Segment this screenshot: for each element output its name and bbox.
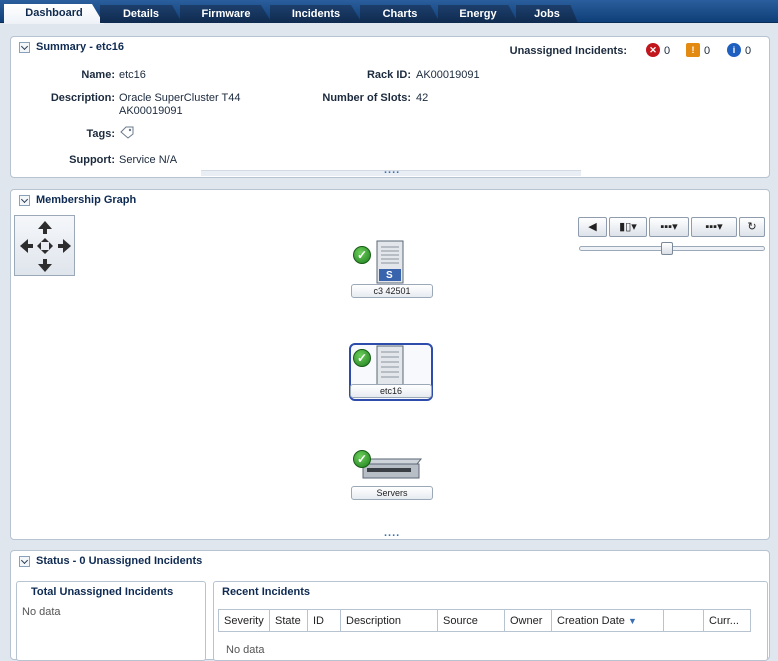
column-header-state[interactable]: State <box>269 609 308 632</box>
column-header-creation-date[interactable]: Creation Date ▼ <box>551 609 664 632</box>
tab-firmware[interactable]: Firmware <box>180 5 272 23</box>
recent-incidents-title: Recent Incidents <box>222 586 311 598</box>
zoom-slider-handle[interactable] <box>661 242 673 255</box>
back-button[interactable]: ◀ <box>578 217 607 237</box>
total-no-data: No data <box>22 606 61 618</box>
tags-label: Tags: <box>86 128 115 140</box>
slots-value: 42 <box>416 92 429 104</box>
sort-descending-icon: ▼ <box>627 615 637 626</box>
tab-incidents[interactable]: Incidents <box>270 5 362 23</box>
tab-bar: Dashboard Details Firmware Incidents Cha… <box>0 0 778 24</box>
total-unassigned-title: Total Unassigned Incidents <box>31 586 174 598</box>
name-value: etc16 <box>119 69 146 81</box>
rack-id-label: Rack ID: <box>366 69 411 81</box>
node-label: c3 42501 <box>351 284 433 298</box>
summary-title: Summary - etc16 <box>36 41 125 53</box>
column-header-id[interactable]: ID <box>307 609 341 632</box>
creation-date-label: Creation Date <box>557 614 625 627</box>
column-header-source[interactable]: Source <box>437 609 505 632</box>
column-header-blank[interactable] <box>663 609 704 632</box>
membership-graph-panel: Membership Graph ◀ ▮▯▾ ▪▪▪▾ ▪▪▪▾ ↻ S ✓ c… <box>10 189 770 540</box>
ok-check-icon: ✓ <box>353 450 371 468</box>
support-label: Support: <box>69 154 115 166</box>
recent-no-data: No data <box>226 644 265 656</box>
node-badge: S <box>386 270 393 281</box>
graph-node-etc16[interactable]: ✓ etc16 <box>349 343 433 401</box>
graph-expand-handle[interactable]: .... <box>384 527 400 539</box>
status-header: Status - 0 Unassigned Incidents <box>19 555 202 567</box>
graph-node-c3[interactable]: S ✓ c3 42501 <box>351 238 433 300</box>
tab-charts[interactable]: Charts <box>360 5 440 23</box>
description-line1: Oracle SuperCluster T44 <box>119 92 241 104</box>
column-header-severity[interactable]: Severity <box>218 609 270 632</box>
column-header-owner[interactable]: Owner <box>504 609 552 632</box>
warning-count: 0 <box>704 45 711 57</box>
status-title: Status - 0 Unassigned Incidents <box>36 555 203 567</box>
slots-label: Number of Slots: <box>322 92 411 104</box>
tab-details[interactable]: Details <box>100 5 182 23</box>
rack-id-value: AK00019091 <box>416 69 480 81</box>
tree-layout-button[interactable]: ▪▪▪▾ <box>691 217 737 237</box>
critical-icon: ✕ <box>646 43 660 57</box>
collapse-toggle-icon[interactable] <box>19 41 30 53</box>
graph-node-servers[interactable]: ✓ Servers <box>349 448 435 502</box>
tab-energy[interactable]: Energy <box>438 5 518 23</box>
recent-incidents-table: Severity State ID Description Source Own… <box>218 609 751 632</box>
critical-count: 0 <box>664 45 671 57</box>
description-label: Description: <box>50 92 115 104</box>
collapse-toggle-icon[interactable] <box>19 194 30 206</box>
total-unassigned-panel: Total Unassigned Incidents No data <box>16 581 206 661</box>
node-label: Servers <box>351 486 433 500</box>
summary-panel: Summary - etc16 Unassigned Incidents: ✕ … <box>10 36 770 178</box>
collapse-toggle-icon[interactable] <box>19 555 30 567</box>
tab-dashboard[interactable]: Dashboard <box>4 4 104 24</box>
layout-button[interactable]: ▮▯▾ <box>609 217 647 237</box>
horizontal-layout-button[interactable]: ▪▪▪▾ <box>649 217 689 237</box>
column-header-description[interactable]: Description <box>340 609 438 632</box>
column-header-current[interactable]: Curr... <box>703 609 751 632</box>
tag-icon[interactable] <box>119 125 135 142</box>
status-panel: Status - 0 Unassigned Incidents Total Un… <box>10 550 770 661</box>
support-value: Service N/A <box>119 154 178 166</box>
ok-check-icon: ✓ <box>353 349 371 367</box>
name-label: Name: <box>81 69 115 81</box>
description-line2: AK00019091 <box>119 105 183 117</box>
warning-icon: ! <box>686 43 700 57</box>
recent-incidents-panel: Recent Incidents Severity State ID Descr… <box>213 581 768 661</box>
refresh-button[interactable]: ↻ <box>739 217 765 237</box>
ok-check-icon: ✓ <box>353 246 371 264</box>
unassigned-incidents-label: Unassigned Incidents: <box>509 45 627 57</box>
graph-title: Membership Graph <box>36 194 137 206</box>
summary-expand-handle[interactable]: .... <box>384 164 400 176</box>
info-icon: i <box>727 43 741 57</box>
pan-control[interactable] <box>14 215 75 276</box>
tab-jobs[interactable]: Jobs <box>516 5 578 23</box>
node-label: etc16 <box>350 384 432 398</box>
summary-header: Summary - etc16 <box>19 41 124 53</box>
graph-header: Membership Graph <box>19 194 136 206</box>
info-count: 0 <box>745 45 752 57</box>
